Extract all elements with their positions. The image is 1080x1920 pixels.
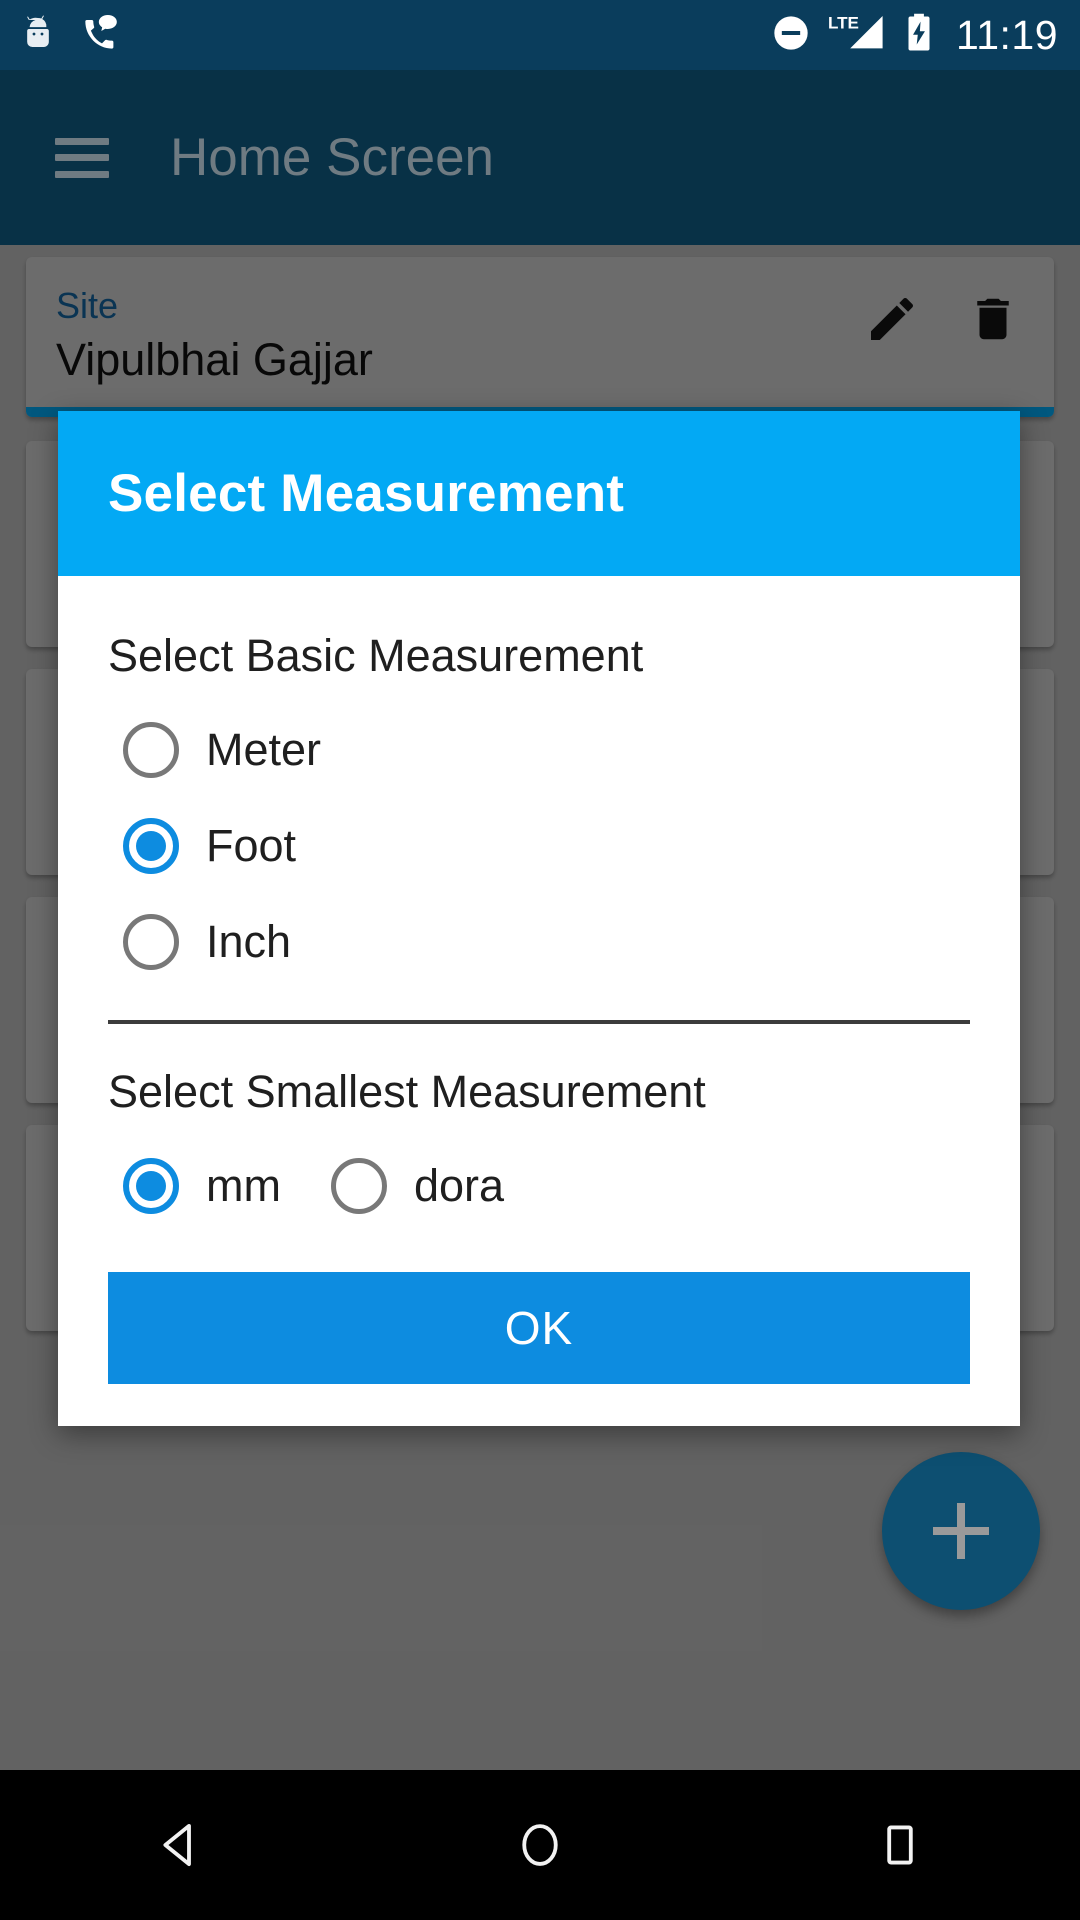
plus-icon xyxy=(933,1503,989,1559)
phone-screen: Site Vipulbhai Gajjar Home Screen LTE 11… xyxy=(0,0,1080,1920)
radio-option-mm[interactable]: mm xyxy=(123,1158,281,1214)
radio-dora-label: dora xyxy=(413,1160,505,1211)
radio-foot-indicator[interactable] xyxy=(123,818,179,874)
basic-measurement-label: Select Basic Measurement xyxy=(108,630,644,681)
radio-option-meter[interactable]: Meter xyxy=(108,702,970,798)
radio-mm-label: mm xyxy=(206,1160,281,1211)
trash-delete-icon[interactable] xyxy=(966,292,1020,351)
dialog-title: Select Measurement xyxy=(108,464,625,523)
radio-meter-indicator[interactable] xyxy=(123,722,179,778)
nav-home-button[interactable] xyxy=(470,1770,610,1920)
radio-dora-indicator[interactable] xyxy=(330,1158,387,1214)
pencil-edit-icon[interactable] xyxy=(864,291,920,352)
site-card[interactable]: Site Vipulbhai Gajjar xyxy=(26,257,1054,417)
nav-recents-button[interactable] xyxy=(830,1770,970,1920)
section-divider xyxy=(108,1020,970,1024)
app-toolbar: Home Screen xyxy=(0,70,1080,245)
radio-mm-indicator[interactable] xyxy=(123,1158,179,1214)
hamburger-menu-icon[interactable] xyxy=(55,137,109,178)
ok-button-label: OK xyxy=(504,1302,574,1354)
android-navigation-bar xyxy=(0,1770,1080,1920)
home-circle-icon xyxy=(522,1824,558,1866)
radio-inch-label: Inch xyxy=(206,916,292,967)
radio-option-foot[interactable]: Foot xyxy=(108,798,970,894)
nav-back-button[interactable] xyxy=(110,1770,250,1920)
svg-text:LTE: LTE xyxy=(828,13,859,32)
phone-message-icon xyxy=(80,13,124,58)
radio-meter-label: Meter xyxy=(206,724,322,775)
dialog-header: Select Measurement xyxy=(58,411,1020,576)
smallest-measurement-label: Select Smallest Measurement xyxy=(108,1066,706,1117)
do-not-disturb-icon xyxy=(771,13,811,58)
radio-option-dora[interactable]: dora xyxy=(330,1158,505,1214)
lte-signal-icon: LTE xyxy=(828,12,886,59)
toolbar-scrim xyxy=(0,70,1080,245)
battery-charging-icon xyxy=(903,12,935,59)
select-measurement-dialog: Select Measurement Select Basic Measurem… xyxy=(58,411,1020,1426)
dialog-body: Select Basic Measurement Meter Foot Inch… xyxy=(58,576,1020,1426)
back-triangle-icon xyxy=(163,1823,191,1867)
radio-foot-label: Foot xyxy=(206,820,297,871)
radio-inch-indicator[interactable] xyxy=(123,914,179,970)
radio-option-inch[interactable]: Inch xyxy=(108,894,970,990)
add-fab-button[interactable] xyxy=(882,1452,1040,1610)
android-mascot-icon xyxy=(18,13,58,58)
smallest-measurement-group: mm dora xyxy=(108,1138,970,1234)
status-bar: LTE 11:19 xyxy=(0,0,1080,70)
ok-button[interactable]: OK xyxy=(108,1272,970,1384)
status-bar-clock: 11:19 xyxy=(955,11,1058,58)
page-title: Home Screen xyxy=(170,128,495,187)
recents-square-icon xyxy=(887,1825,913,1865)
